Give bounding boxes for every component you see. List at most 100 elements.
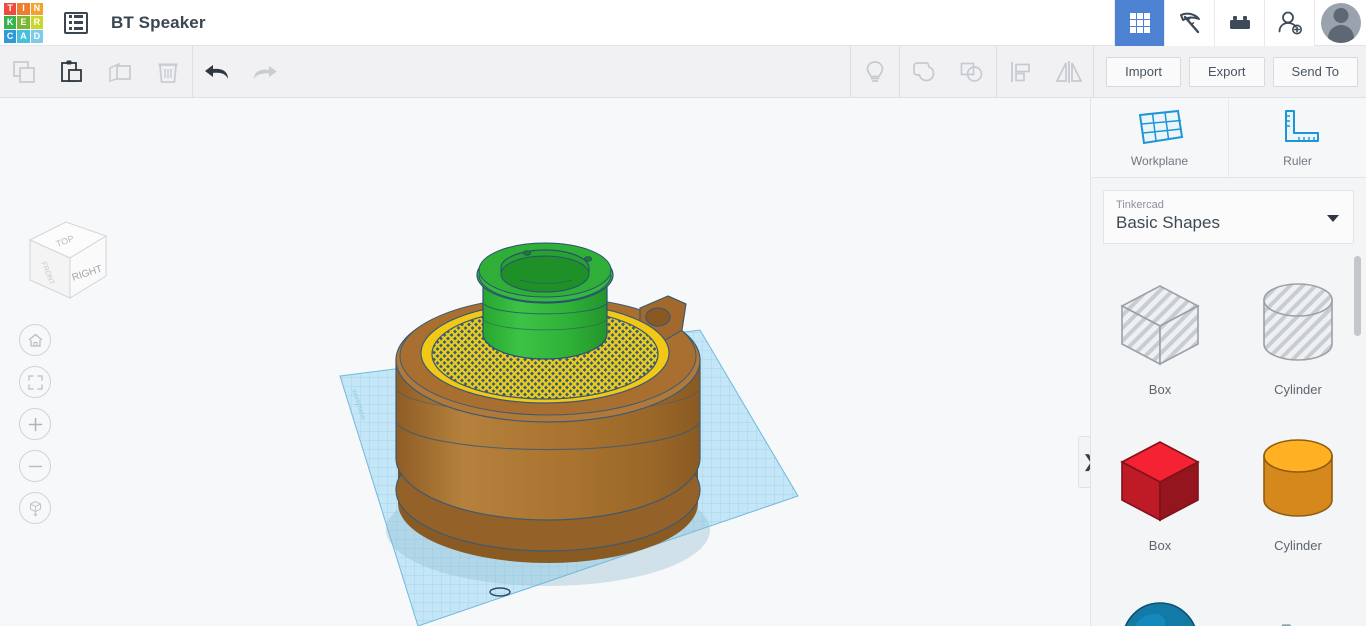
- workplane-tool-label: Workplane: [1130, 154, 1189, 168]
- library-select[interactable]: Tinkercad Basic Shapes: [1103, 190, 1354, 244]
- lightbulb-icon: [866, 60, 884, 82]
- zoom-in-button[interactable]: [19, 408, 51, 440]
- pickaxe-icon: [1179, 12, 1200, 34]
- shape-label: Box: [1148, 538, 1172, 553]
- lego-brick-icon-button[interactable]: [1214, 0, 1264, 46]
- header-actions: [1114, 0, 1366, 46]
- export-button[interactable]: Export: [1188, 56, 1265, 87]
- group-button[interactable]: [900, 46, 948, 98]
- workplane-tool[interactable]: Workplane: [1091, 98, 1228, 177]
- shape-label: Box: [1148, 382, 1172, 397]
- paste-button[interactable]: [48, 46, 96, 98]
- logo-tile-n: N: [30, 2, 43, 16]
- avatar: [1320, 3, 1361, 43]
- undo-button[interactable]: [193, 46, 241, 98]
- group-tools-group: [900, 46, 996, 98]
- ungroup-icon: [960, 62, 983, 82]
- shape-label: Cylinder: [1274, 538, 1322, 553]
- duplicate-button[interactable]: [96, 46, 144, 98]
- perspective-cube-icon: [29, 500, 41, 517]
- page-title[interactable]: BT Speaker: [111, 13, 206, 33]
- shapes-scroll-area[interactable]: Box Cylinder Box Cylinder SphereAaText: [1091, 254, 1366, 626]
- ungroup-button[interactable]: [948, 46, 996, 98]
- logo-tile-i: I: [17, 2, 30, 16]
- text-thumb-icon: Aa: [1271, 616, 1326, 626]
- account-avatar-button[interactable]: [1314, 0, 1366, 46]
- collapse-panel-handle[interactable]: ❯: [1078, 436, 1090, 488]
- mirror-button[interactable]: [1045, 46, 1093, 98]
- library-selector-wrap: Tinkercad Basic Shapes: [1091, 178, 1366, 258]
- panel-tools-row: Workplane Ruler: [1091, 98, 1366, 178]
- delete-button[interactable]: [144, 46, 192, 98]
- project-menu-button[interactable]: [59, 6, 93, 40]
- align-icon: [1011, 61, 1030, 82]
- io-buttons-group: Import Export Send To: [1094, 56, 1366, 87]
- viewport-nav-buttons: [19, 324, 51, 534]
- sphere-thumb-icon: [1124, 602, 1196, 626]
- library-source-label: Tinkercad: [1116, 199, 1164, 211]
- logo-tile-c: C: [4, 29, 17, 43]
- cylinder-thumb-icon: [1263, 439, 1333, 517]
- paste-icon: [61, 60, 82, 82]
- list-menu-icon: [64, 11, 88, 34]
- shape-cylinder-hole[interactable]: Cylinder: [1229, 264, 1366, 416]
- view-cube[interactable]: TOP FRONT RIGHT: [18, 214, 114, 306]
- scrollbar-thumb[interactable]: [1354, 256, 1361, 336]
- mirror-icon: [1055, 60, 1083, 83]
- chevron-down-icon: [1327, 215, 1339, 222]
- view-cube-icon: TOP FRONT RIGHT: [28, 221, 108, 299]
- copy-button[interactable]: [0, 46, 48, 98]
- logo-tile-r: R: [30, 16, 43, 29]
- shapes-panel: Workplane Ruler Tinkercad Basic Shapes B…: [1090, 98, 1366, 626]
- duplicate-icon: [109, 62, 131, 82]
- shapes-scrollbar[interactable]: [1354, 256, 1361, 622]
- home-view-button[interactable]: [19, 324, 51, 356]
- 3d-viewport[interactable]: workplane TOP FRONT RIGHT: [0, 98, 1090, 626]
- send-to-button[interactable]: Send To: [1272, 56, 1358, 87]
- redo-button[interactable]: [241, 46, 289, 98]
- cylinder-thumb-icon: [1263, 283, 1333, 361]
- library-name-label: Basic Shapes: [1116, 213, 1220, 232]
- history-tools-group: [193, 46, 289, 98]
- logo-tile-k: K: [4, 16, 17, 29]
- note-button[interactable]: [851, 46, 899, 98]
- shape-cylinder-orange[interactable]: Cylinder: [1229, 420, 1366, 572]
- align-button[interactable]: [997, 46, 1045, 98]
- group-icon: [913, 61, 935, 81]
- redo-icon: [254, 65, 277, 79]
- shape-label: Cylinder: [1274, 382, 1322, 397]
- ruler-icon: [1284, 110, 1319, 142]
- note-tools-group: [851, 46, 899, 98]
- add-user-icon: [1278, 11, 1302, 35]
- shape-text-blue[interactable]: AaText: [1229, 576, 1366, 626]
- align-tools-group: [997, 46, 1093, 98]
- ruler-tool[interactable]: Ruler: [1228, 98, 1366, 177]
- home-icon: [28, 333, 42, 347]
- import-button[interactable]: Import: [1106, 56, 1181, 87]
- orthographic-toggle-button[interactable]: [19, 492, 51, 524]
- box-thumb-icon: [1120, 441, 1200, 522]
- logo-tile-e: E: [17, 16, 30, 29]
- add-user-icon-button[interactable]: [1264, 0, 1314, 46]
- logo-tile-d: D: [30, 29, 43, 43]
- plus-icon: [28, 417, 42, 431]
- workplane-icon: [1138, 109, 1183, 145]
- fit-to-view-button[interactable]: [19, 366, 51, 398]
- pickaxe-icon-button[interactable]: [1164, 0, 1214, 46]
- tinkercad-app: TINKERCAD BT Speaker Import Export Send …: [0, 0, 1366, 626]
- zoom-out-button[interactable]: [19, 450, 51, 482]
- shape-sphere-blue[interactable]: Sphere: [1091, 576, 1229, 626]
- tinkercad-logo[interactable]: TINKERCAD: [0, 0, 46, 46]
- ruler-tool-label: Ruler: [1283, 154, 1312, 168]
- 3d-scene: workplane: [339, 242, 799, 626]
- main-toolbar: Import Export Send To: [0, 45, 1366, 98]
- gallery-grid-icon-button[interactable]: [1114, 0, 1164, 46]
- minus-icon: [28, 465, 42, 467]
- app-header: TINKERCAD BT Speaker: [0, 0, 1366, 46]
- edit-tools-group: [0, 46, 192, 98]
- fit-view-icon: [27, 374, 43, 390]
- box-thumb-icon: [1120, 285, 1200, 366]
- shape-box-red[interactable]: Box: [1091, 420, 1229, 572]
- svg-text:Aa: Aa: [1271, 616, 1325, 626]
- shape-box-hole[interactable]: Box: [1091, 264, 1229, 416]
